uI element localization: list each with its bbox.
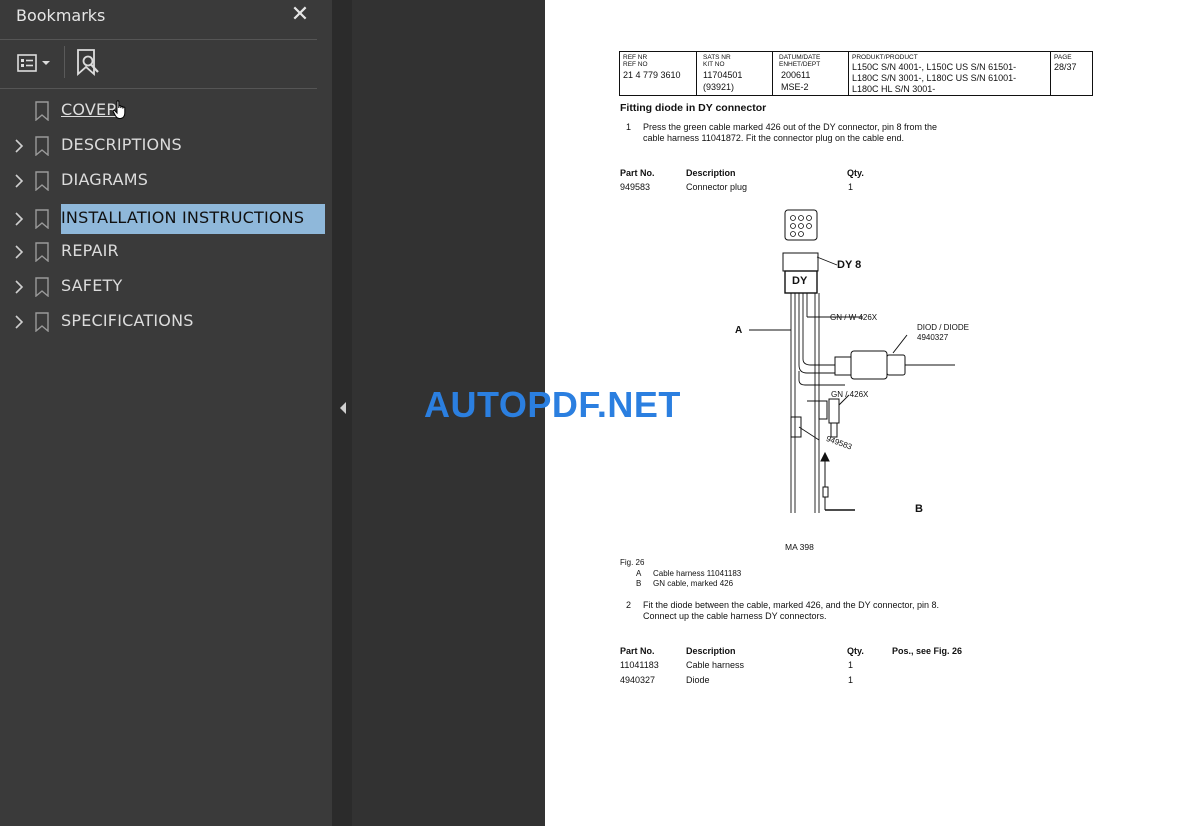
column-header: Qty. xyxy=(847,168,864,178)
bookmark-label[interactable]: COVER xyxy=(61,100,118,119)
table-cell: Connector plug xyxy=(686,182,748,192)
bookmark-label[interactable]: INSTALLATION INSTRUCTIONS xyxy=(61,208,304,227)
find-bookmark-button[interactable] xyxy=(76,48,102,78)
step-text: Fit the diode between the cable, marked … xyxy=(643,600,940,610)
caption-text: GN cable, marked 426 xyxy=(653,579,734,588)
figure-label: B xyxy=(915,503,923,515)
wiring-diagram xyxy=(749,209,955,513)
step-text: cable harness 11041872. Fit the connecto… xyxy=(643,133,905,143)
chevron-right-icon[interactable] xyxy=(13,279,25,295)
chevron-right-icon[interactable] xyxy=(13,211,25,227)
bookmark-options-button[interactable] xyxy=(16,50,56,76)
find-bookmark-icon xyxy=(77,49,99,76)
product-line: L180C HL S/N 3001- xyxy=(852,84,936,94)
table-divider xyxy=(1050,52,1051,95)
hand-pointer-icon xyxy=(112,100,126,119)
figure-label: GN / W 426X xyxy=(830,313,878,322)
date-value: 200611 xyxy=(781,70,811,80)
step-number: 1 xyxy=(626,122,632,132)
bookmark-icon xyxy=(35,312,49,332)
bookmark-options-icon xyxy=(17,54,50,72)
date-label: DATUM/DATE xyxy=(779,54,821,61)
close-icon[interactable]: ✕ xyxy=(288,2,312,28)
bookmark-label[interactable]: SAFETY xyxy=(61,276,122,295)
step-number: 2 xyxy=(626,600,632,610)
bookmark-item-safety[interactable]: SAFETY xyxy=(10,272,326,302)
product-line: L180C S/N 3001-, L180C US S/N 61001- xyxy=(852,73,1017,83)
table-divider xyxy=(772,52,773,95)
bookmark-label[interactable]: DESCRIPTIONS xyxy=(61,135,182,154)
table-cell: 4940327 xyxy=(620,675,656,685)
table-cell: Cable harness xyxy=(686,660,745,670)
column-header: Part No. xyxy=(620,168,655,178)
watermark: AUTOPDF.NET xyxy=(424,384,681,425)
column-header: Description xyxy=(686,168,736,178)
chevron-right-icon[interactable] xyxy=(13,138,25,154)
column-header: Qty. xyxy=(847,646,864,656)
kit-label: SATS NR xyxy=(703,54,731,61)
page-label: PAGE xyxy=(1054,54,1072,61)
bookmark-icon xyxy=(35,242,49,262)
bookmark-icon xyxy=(35,171,49,191)
figure-code: MA 398 xyxy=(785,542,814,552)
product-line: L150C S/N 4001-, L150C US S/N 61501- xyxy=(852,62,1017,72)
bookmark-item-descriptions[interactable]: DESCRIPTIONS xyxy=(10,131,326,161)
collapse-left-icon[interactable] xyxy=(338,400,348,416)
bookmark-item-diagrams[interactable]: DIAGRAMS xyxy=(10,166,326,196)
figure-label: A xyxy=(735,325,743,336)
bookmarks-panel: Bookmarks ✕ COVER DESCRIPTIONS DIAGRAMS … xyxy=(0,0,332,826)
table-cell: Diode xyxy=(686,675,710,685)
dept-label: ENHET/DEPT xyxy=(779,61,821,68)
table-divider xyxy=(696,52,697,95)
bookmark-icon xyxy=(35,101,49,121)
page-value: 28/37 xyxy=(1054,62,1077,72)
kit-value: 11704501 xyxy=(703,70,743,80)
figure-label: 4940327 xyxy=(917,333,949,342)
table-cell: 1 xyxy=(848,660,854,670)
figure-label: GN / 426X xyxy=(831,390,869,399)
table-divider xyxy=(848,52,849,95)
column-header: Description xyxy=(686,646,736,656)
column-header: Part No. xyxy=(620,646,655,656)
divider xyxy=(0,88,317,89)
bookmark-item-installation-instructions[interactable]: INSTALLATION INSTRUCTIONS xyxy=(10,204,326,234)
chevron-right-icon[interactable] xyxy=(13,173,25,189)
table-cell: 1 xyxy=(848,675,854,685)
bookmark-label[interactable]: DIAGRAMS xyxy=(61,170,148,189)
bookmark-icon xyxy=(35,277,49,297)
kit-value: (93921) xyxy=(703,82,735,92)
dept-value: MSE-2 xyxy=(781,82,809,92)
kit-label: KIT NO xyxy=(703,61,725,68)
bookmark-item-repair[interactable]: REPAIR xyxy=(10,237,326,267)
ref-label: REF NR xyxy=(623,54,648,61)
chevron-right-icon[interactable] xyxy=(13,314,25,330)
figure-caption-title: Fig. 26 xyxy=(620,558,645,567)
caption-text: Cable harness 11041183 xyxy=(653,569,742,578)
table-cell: 949583 xyxy=(620,182,651,192)
figure-label: DY 8 xyxy=(837,259,862,271)
figure-label: DIOD / DIODE xyxy=(917,323,970,332)
step-text: Press the green cable marked 426 out of … xyxy=(643,122,938,132)
table-cell: 1 xyxy=(848,182,854,192)
caption-key: B xyxy=(636,579,642,588)
bookmark-icon xyxy=(35,209,49,229)
step-text: Connect up the cable harness DY connecto… xyxy=(643,611,827,621)
divider xyxy=(0,39,317,40)
bookmark-item-cover[interactable]: COVER xyxy=(10,96,326,126)
product-label: PRODUKT/PRODUCT xyxy=(852,54,918,61)
ref-value: 21 4 779 3610 xyxy=(623,70,681,80)
section-title: Fitting diode in DY connector xyxy=(620,102,767,114)
column-header: Pos., see Fig. 26 xyxy=(892,646,963,656)
caption-key: A xyxy=(636,569,642,578)
chevron-right-icon[interactable] xyxy=(13,244,25,260)
toolbar-divider xyxy=(64,46,65,78)
bookmark-icon xyxy=(35,136,49,156)
bookmark-item-specifications[interactable]: SPECIFICATIONS xyxy=(10,307,326,337)
figure-label: DY xyxy=(792,275,808,287)
ref-label: REF NO xyxy=(623,61,648,68)
bookmark-label[interactable]: SPECIFICATIONS xyxy=(61,311,194,330)
panel-title: Bookmarks xyxy=(16,6,106,25)
table-cell: 11041183 xyxy=(620,660,659,670)
bookmark-label[interactable]: REPAIR xyxy=(61,241,119,260)
